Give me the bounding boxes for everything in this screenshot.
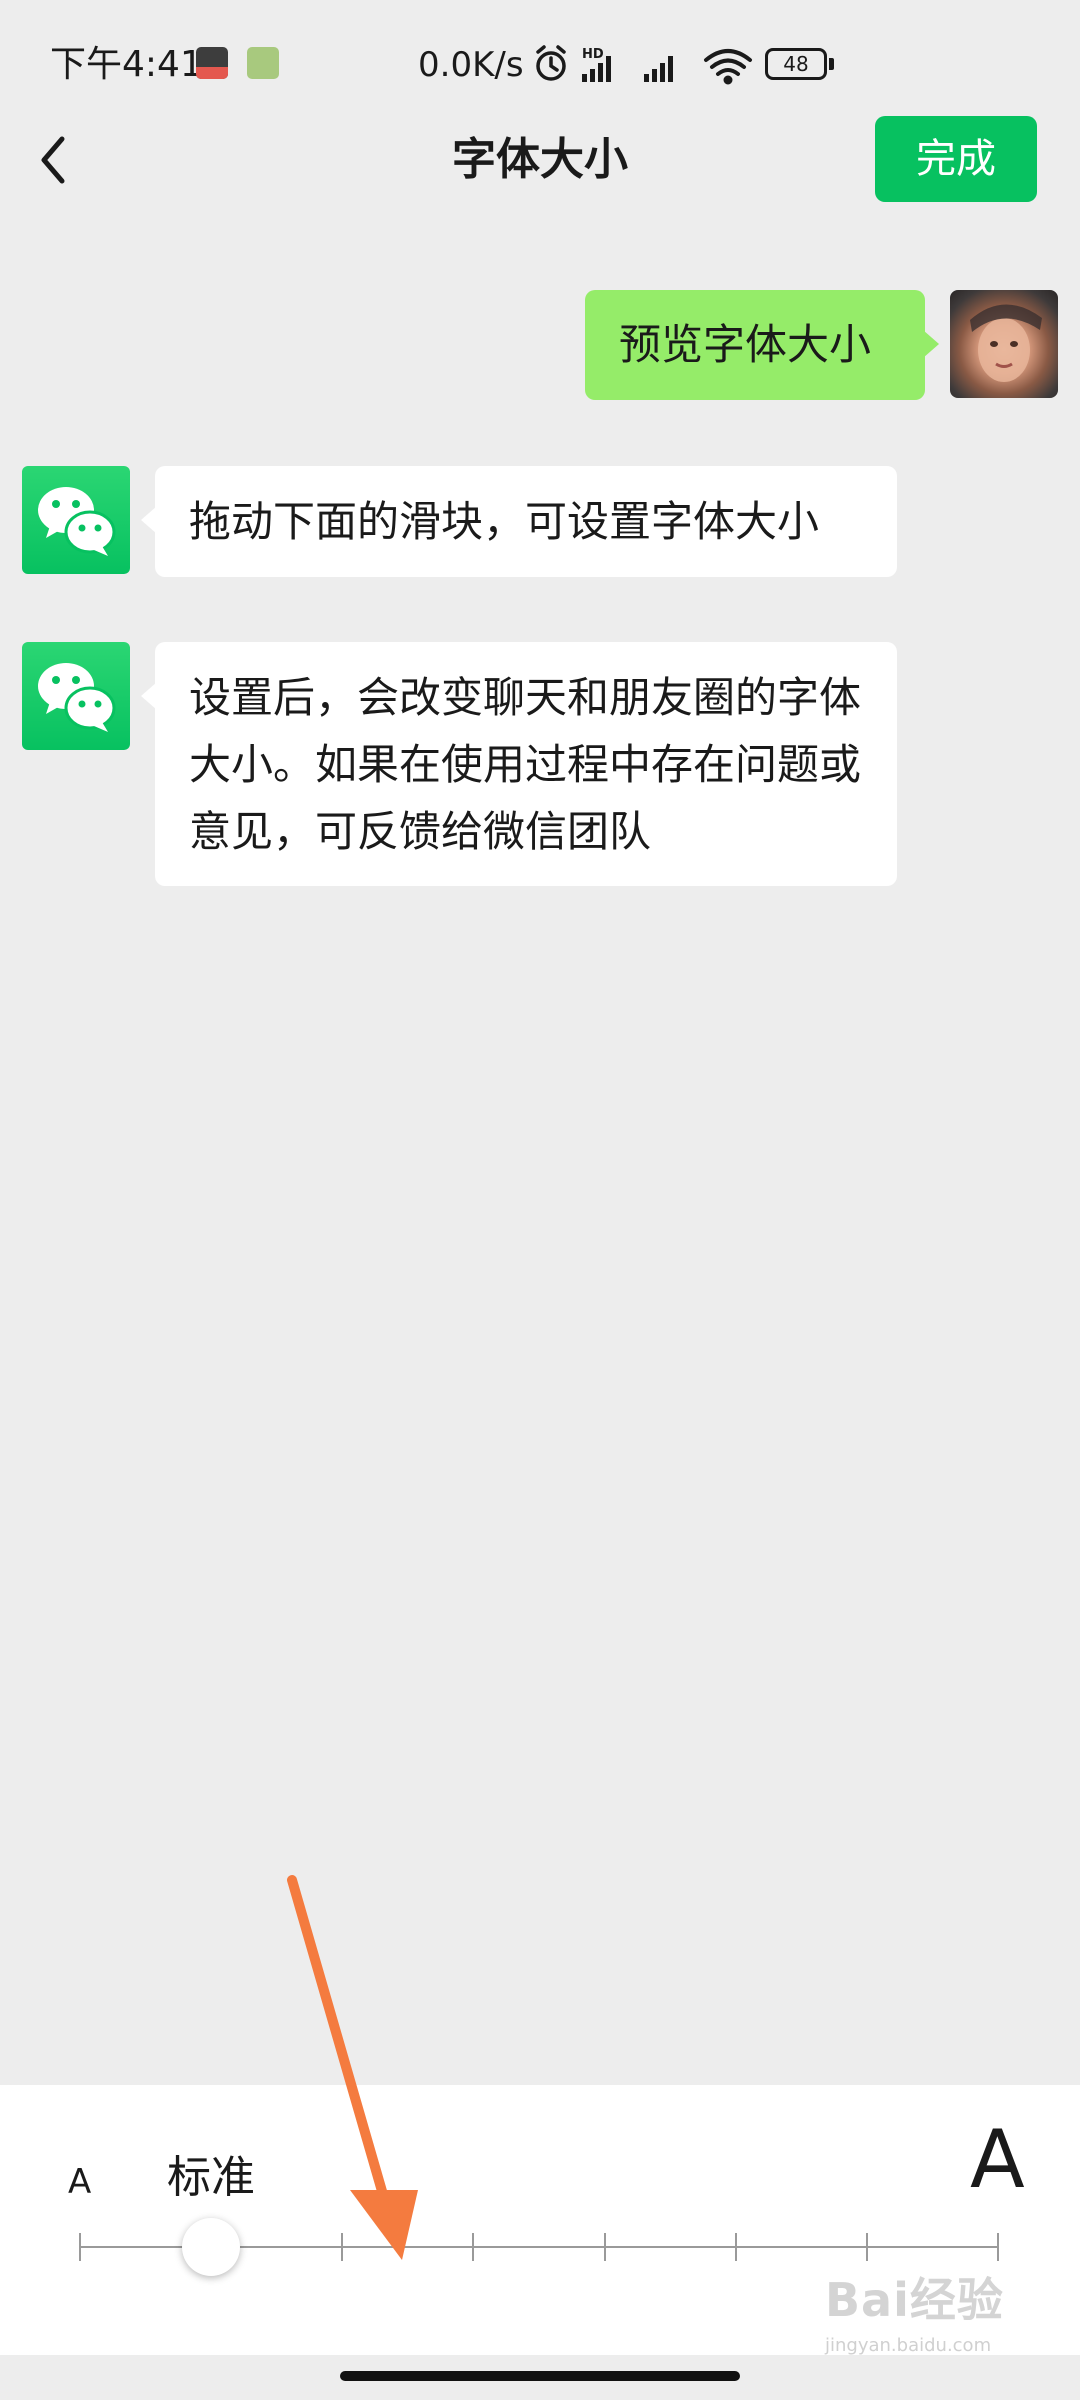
- slider-tick: [472, 2233, 475, 2261]
- battery-cap: [829, 58, 834, 70]
- slider-tick: [734, 2233, 737, 2261]
- slider-tick: [603, 2233, 606, 2261]
- incoming-message-bubble: 设置后，会改变聊天和朋友圈的字体大小。如果在使用过程中存在问题或意见，可反馈给微…: [141, 642, 897, 886]
- slider-tick: [997, 2233, 999, 2261]
- slider-thumb[interactable]: [182, 2218, 241, 2276]
- status-time: 下午4:41: [50, 44, 203, 85]
- small-font-label: A: [68, 2162, 92, 2202]
- signal-hd-icon: HD: [582, 47, 611, 82]
- battery-icon: 48: [765, 48, 827, 80]
- status-icons: HD: [536, 45, 752, 85]
- slider-tick: [341, 2233, 344, 2261]
- wifi-icon: [704, 49, 752, 85]
- incoming-message-bubble: 拖动下面的滑块，可设置字体大小: [141, 466, 897, 577]
- svg-text:HD: HD: [582, 47, 604, 62]
- network-speed: 0.0K/s: [418, 45, 524, 85]
- wechat-logo-icon: [38, 487, 116, 556]
- user-avatar: [950, 290, 1058, 398]
- slider-tick: [79, 2233, 81, 2261]
- baidu-watermark-url: jingyan.baidu.com: [825, 2335, 992, 2356]
- signal-icon: [644, 56, 673, 82]
- alarm-icon: [536, 45, 566, 81]
- large-font-label: A: [970, 2113, 1025, 2206]
- wechat-avatar: [22, 642, 130, 750]
- status-bar: 下午4:41 0.0K/s HD 48: [0, 0, 1080, 120]
- user-photo: [970, 304, 1042, 382]
- wechat-avatar: [22, 466, 130, 574]
- current-size-label: 标准: [167, 2152, 255, 2203]
- done-button[interactable]: 完成: [875, 116, 1037, 202]
- slider-tick: [865, 2233, 868, 2261]
- qq-icon: [196, 47, 228, 79]
- baidu-watermark: Bai经验: [825, 2273, 1004, 2327]
- home-indicator[interactable]: [340, 2371, 740, 2381]
- battery-level: 48: [783, 52, 809, 76]
- wechat-logo-icon: [38, 663, 116, 732]
- outgoing-message-bubble: 预览字体大小: [585, 290, 939, 400]
- font-size-settings-screen: 下午4:41 0.0K/s HD 48 字体大小 完成 预览字体大小 拖动下面的…: [0, 0, 1080, 2400]
- app-notification-icon: [247, 47, 279, 79]
